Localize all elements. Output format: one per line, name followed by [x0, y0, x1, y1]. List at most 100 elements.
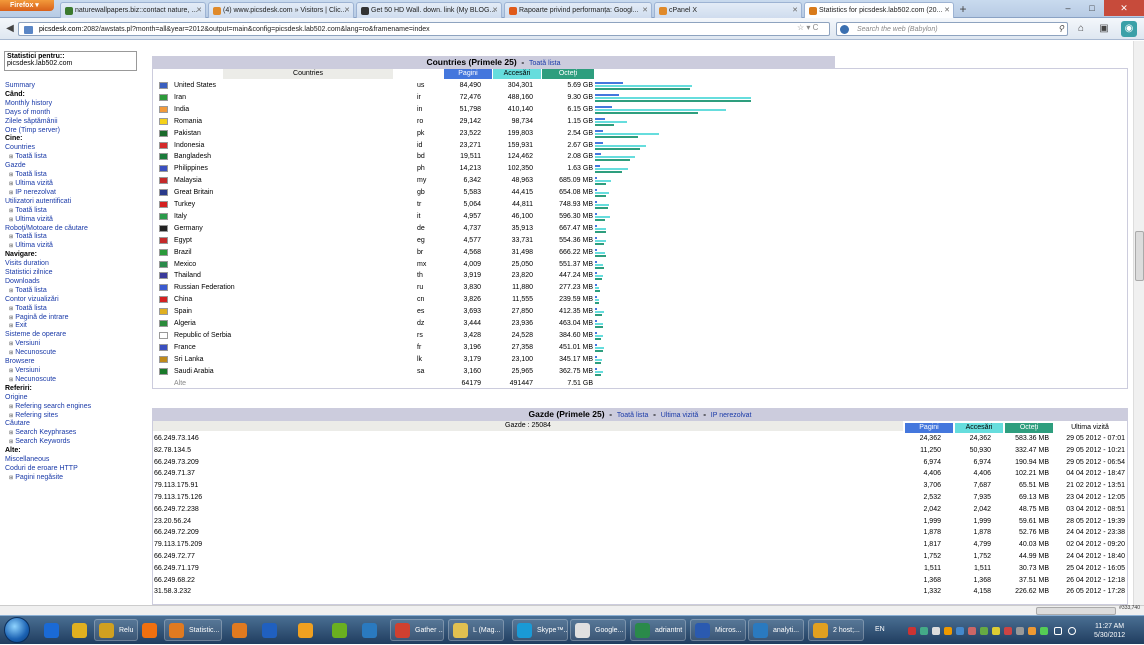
menu-link[interactable]: Summary [5, 82, 145, 91]
browser-tab[interactable]: Get 50 HD Wall. down. link (My BLOG... ✕ [356, 2, 502, 18]
reload-icon[interactable]: C [813, 23, 819, 32]
start-button[interactable] [4, 617, 30, 643]
addon-shield-icon[interactable]: ◉ [1121, 21, 1137, 37]
browser-tab[interactable]: Rapoarte privind performanța: Googl... ✕ [504, 2, 652, 18]
menu-link[interactable]: Toată lista [5, 233, 145, 242]
toolbar-addon-icon[interactable]: ▣ [1096, 21, 1112, 37]
menu-link[interactable]: Days of month [5, 109, 145, 118]
horizontal-scrollbar[interactable] [0, 605, 1144, 615]
menu-link[interactable]: Zilele săptămânii [5, 118, 145, 127]
menu-link[interactable]: Utilizatori autentificati [5, 198, 145, 207]
minimize-icon[interactable]: – [1056, 0, 1080, 16]
tab-close-icon[interactable]: ✕ [792, 6, 798, 14]
close-window-icon[interactable]: ✕ [1104, 0, 1144, 16]
menu-link[interactable]: IP nerezolvat [5, 189, 145, 198]
menu-link[interactable]: Refering search engines [5, 403, 145, 412]
menu-link[interactable]: Contor vizualizări [5, 296, 145, 305]
taskbar-window-button[interactable]: 2 host;... [808, 619, 864, 641]
tray-app-icon[interactable] [920, 627, 928, 635]
back-icon[interactable]: ◀ [2, 21, 18, 37]
hosts-last-visit-link[interactable]: Ultima vizită [661, 412, 699, 419]
tray-app-icon[interactable] [1028, 627, 1036, 635]
menu-link[interactable]: Toată lista [5, 305, 145, 314]
menu-link[interactable]: Search Keywords [5, 438, 145, 447]
url-bar[interactable]: picsdesk.com:2082/awstats.pl?month=all&y… [18, 22, 830, 36]
menu-link[interactable]: Coduri de eroare HTTP [5, 465, 145, 474]
search-input[interactable]: Search the web (Babylon) ⚲ [836, 22, 1068, 36]
language-indicator[interactable]: EN [875, 626, 885, 633]
taskbar-window-button[interactable]: adriantnt [630, 619, 686, 641]
menu-link[interactable]: Ultima vizită [5, 216, 145, 225]
tab-close-icon[interactable]: ✕ [196, 6, 202, 14]
app-icon[interactable] [226, 619, 252, 641]
menu-link[interactable]: Pagină de intrare [5, 314, 145, 323]
taskbar-window-button[interactable]: L (Mag... [448, 619, 504, 641]
browser-tab[interactable]: (4) www.picsdesk.com » Visitors | Clic..… [208, 2, 354, 18]
menu-link[interactable]: Ultima vizită [5, 180, 145, 189]
app-icon[interactable] [256, 619, 282, 641]
menu-link[interactable]: Ultima vizită [5, 242, 145, 251]
tray-app-icon[interactable] [968, 627, 976, 635]
horizontal-scroll-thumb[interactable] [1036, 607, 1116, 615]
menu-link[interactable]: Visits duration [5, 260, 145, 269]
menu-link[interactable]: Toată lista [5, 207, 145, 216]
menu-link[interactable]: Miscellaneous [5, 456, 145, 465]
browser-tab[interactable]: cPanel X ✕ [654, 2, 802, 18]
menu-link[interactable]: Necunoscute [5, 376, 145, 385]
menu-link[interactable]: Downloads [5, 278, 145, 287]
app-icon[interactable] [326, 619, 352, 641]
hosts-full-list-link[interactable]: Toată lista [617, 412, 649, 419]
menu-link[interactable]: Browsere [5, 358, 145, 367]
menu-link[interactable]: Toată lista [5, 171, 145, 180]
taskbar-window-button[interactable]: Gather ... [390, 619, 444, 641]
menu-link[interactable]: Gazde [5, 162, 145, 171]
app-icon[interactable] [356, 619, 382, 641]
tab-close-icon[interactable]: ✕ [944, 6, 950, 14]
tab-close-icon[interactable]: ✕ [642, 6, 648, 14]
tray-app-icon[interactable] [1004, 627, 1012, 635]
taskbar-window-button[interactable]: Statistic... [164, 619, 222, 641]
menu-link[interactable]: Statistici zilnice [5, 269, 145, 278]
menu-link[interactable]: Origine [5, 394, 145, 403]
tab-close-icon[interactable]: ✕ [492, 6, 498, 14]
vertical-scrollbar[interactable] [1133, 41, 1144, 605]
tray-app-icon[interactable] [908, 627, 916, 635]
tray-app-icon[interactable] [992, 627, 1000, 635]
menu-link[interactable]: Versiuni [5, 340, 145, 349]
menu-link[interactable]: Căutare [5, 420, 145, 429]
menu-link[interactable]: Search Keyphrases [5, 429, 145, 438]
menu-link[interactable]: Toată lista [5, 153, 145, 162]
search-go-icon[interactable]: ⚲ [1058, 24, 1064, 33]
tray-app-icon[interactable] [1040, 627, 1048, 635]
site-identity-icon[interactable] [24, 26, 33, 34]
menu-link[interactable]: Toată lista [5, 287, 145, 296]
tray-app-icon[interactable] [1016, 627, 1024, 635]
tab-close-icon[interactable]: ✕ [344, 6, 350, 14]
taskbar-window-button[interactable]: analyti... [748, 619, 804, 641]
tray-app-icon[interactable] [980, 627, 988, 635]
tray-app-icon[interactable] [956, 627, 964, 635]
browser-tab[interactable]: Statistics for picsdesk.lab502.com (20..… [804, 2, 954, 18]
menu-link[interactable]: Ore (Timp server) [5, 127, 145, 136]
menu-link[interactable]: Necunoscute [5, 349, 145, 358]
menu-link[interactable]: Countries [5, 144, 145, 153]
home-icon[interactable]: ⌂ [1073, 21, 1089, 37]
app-icon[interactable] [292, 619, 318, 641]
dropdown-icon[interactable]: ▾ [806, 23, 810, 32]
media-player-icon[interactable] [136, 619, 162, 641]
ie-icon[interactable] [38, 619, 64, 641]
network-icon[interactable] [1054, 627, 1062, 635]
explorer-folder-icon[interactable] [66, 619, 92, 641]
hosts-unresolved-link[interactable]: IP nerezolvat [711, 412, 752, 419]
taskbar-window-button[interactable]: Skype™... [512, 619, 568, 641]
browser-tab[interactable]: naturewallpapers.biz::contact nature, ..… [60, 2, 206, 18]
volume-icon[interactable] [1068, 627, 1076, 635]
tray-app-icon[interactable] [944, 627, 952, 635]
menu-link[interactable]: Exit [5, 322, 145, 331]
menu-link[interactable]: Roboţi/Motoare de căutare [5, 225, 145, 234]
countries-full-list-link[interactable]: Toată lista [529, 60, 561, 67]
maximize-icon[interactable]: □ [1080, 0, 1104, 16]
vertical-scroll-thumb[interactable] [1135, 231, 1144, 281]
menu-link[interactable]: Refering sites [5, 412, 145, 421]
taskbar-window-button[interactable]: Micros... [690, 619, 746, 641]
